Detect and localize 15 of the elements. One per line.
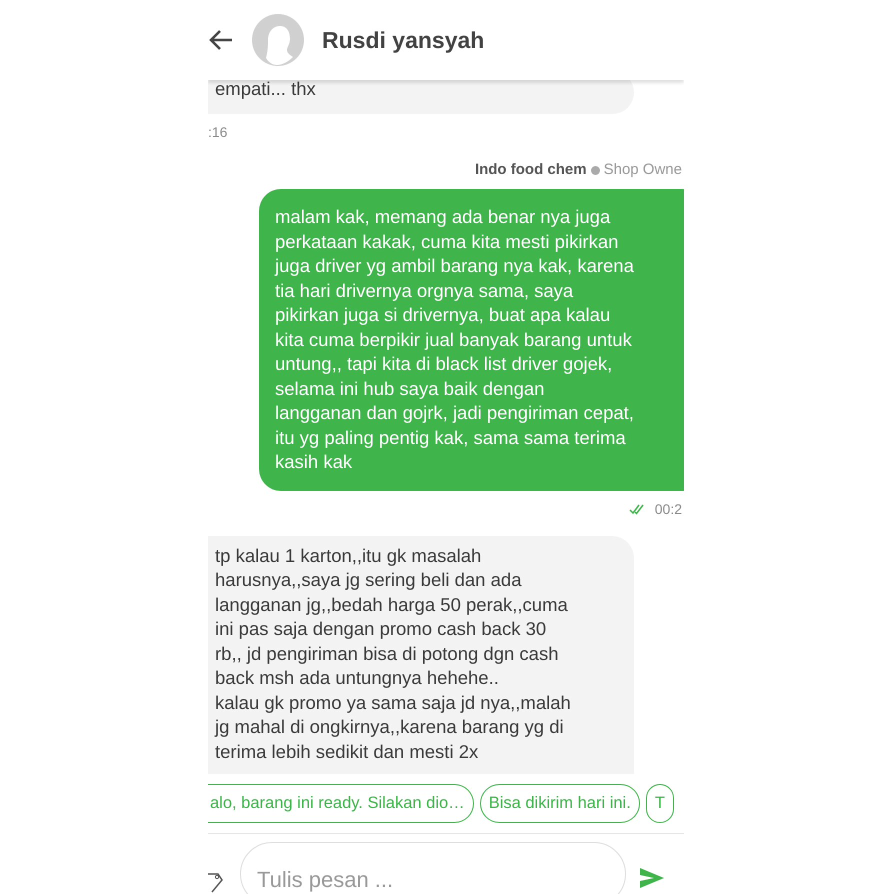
back-button[interactable]: [208, 29, 234, 51]
quick-reply-chip[interactable]: Bisa dikirim hari ini.: [480, 784, 640, 823]
message-time: :16: [208, 122, 228, 142]
sender-role: Shop Owne: [604, 160, 682, 180]
quick-reply-chip[interactable]: alo, barang ini ready. Silakan dio…: [208, 784, 474, 823]
message-bubble: malam kak, memang ada benar nya juga perkataan kakak, cuma kita mesti pikirkan juga driver yg ambil barang nya kak, karena tia hari drivernya orgnya sama, saya pikirkan juga si drivernya, buat apa kalau kita cuma berpikir jual banyak barang untuk untung,, tapi kita di black list driver gojek, selama ini hub saya baik dengan langganan dan gojrk, jadi pengiriman cepat, itu yg paling pentig kak, sama sama terima kasih kak: [259, 189, 684, 491]
message-time: 00:2: [654, 500, 682, 519]
message-bubble: tp kalau 1 karton,,itu gk masalah harusnya,,saya jg sering beli dan ada langganan jg,,bedah harga 50 perak,,cuma ini pas saja dengan promo cash back 30 rb,, jd pengiriman bisa di potong dgn cash back msh ada untungnya hehehe.. kalau gk promo ya sama saja jd nya,,malah jg mahal di ongkirnya,,karena barang yg di terima lebih sedikit dan mesti 2x: [208, 536, 634, 774]
sender-name: Indo food chem: [474, 160, 587, 180]
contact-name: Rusdi yansyah: [322, 26, 484, 55]
quick-reply-chip[interactable]: T: [646, 784, 674, 823]
message-bubble: empati... thx: [208, 80, 634, 114]
separator-dot-icon: [590, 166, 600, 174]
avatar-icon: [252, 14, 304, 66]
message-input-field[interactable]: Tulis pesan ...: [240, 842, 626, 894]
